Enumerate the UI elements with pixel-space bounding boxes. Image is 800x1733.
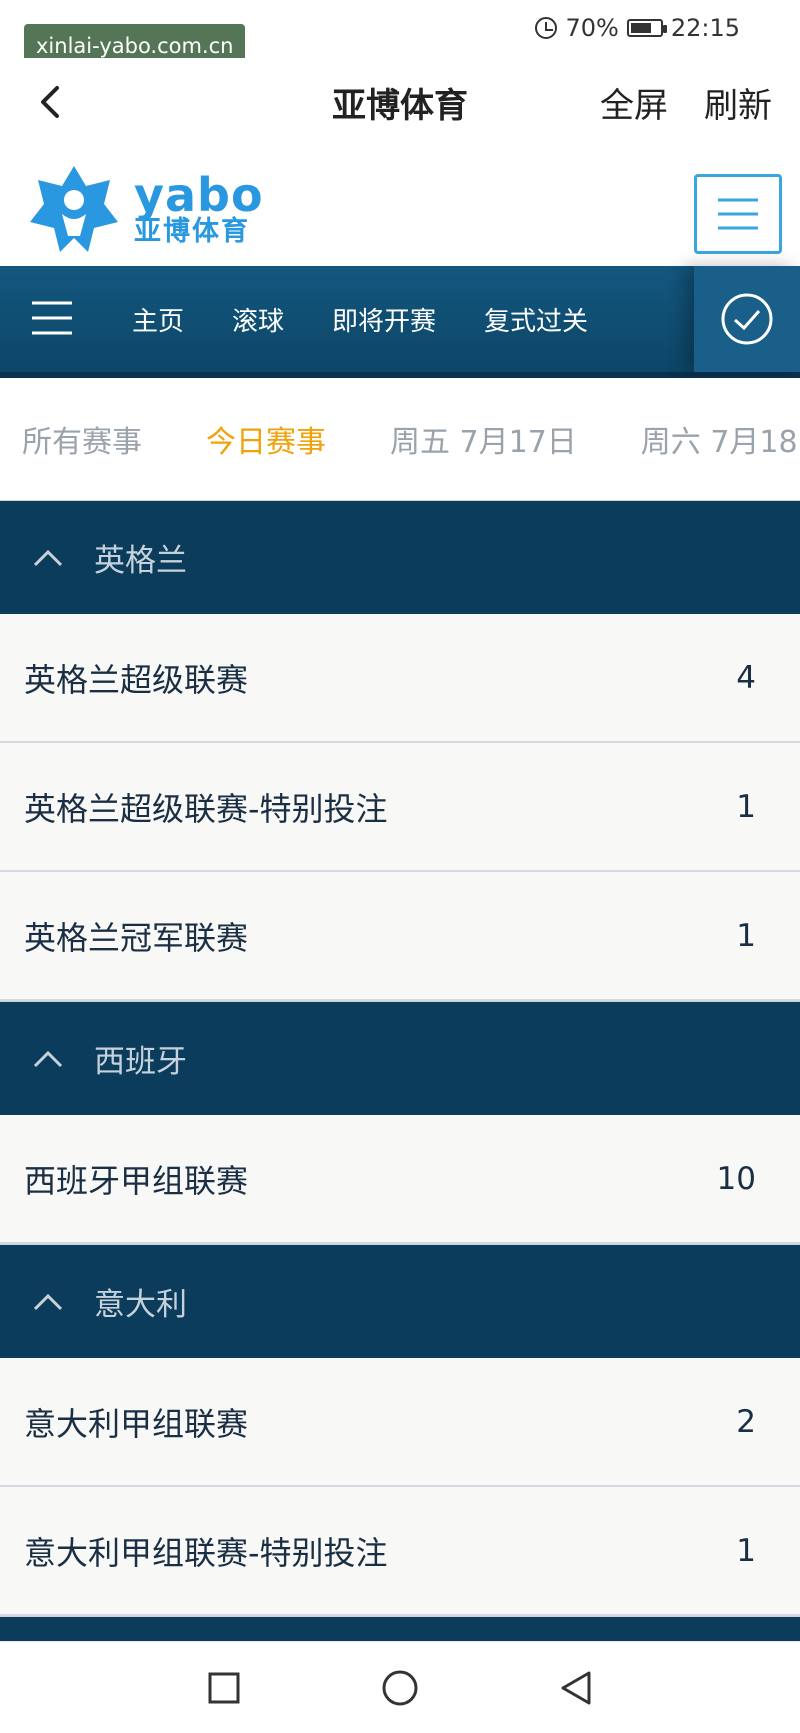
system-back-button[interactable] bbox=[548, 1660, 604, 1716]
yabo-star-logo-icon bbox=[30, 166, 118, 252]
league-name: 意大利甲组联赛 bbox=[24, 1404, 249, 1443]
menu-button[interactable] bbox=[694, 174, 782, 254]
tab-saturday[interactable]: 周六 7月18 bbox=[641, 417, 798, 461]
triangle-back-icon bbox=[561, 1671, 591, 1704]
league-name: 英格兰冠军联赛 bbox=[24, 918, 249, 957]
nav-item-home[interactable]: 主页 bbox=[132, 301, 184, 338]
league-row[interactable]: 西班牙甲组联赛 10 bbox=[0, 1115, 800, 1244]
match-count: 10 bbox=[716, 1160, 756, 1197]
header-actions: 全屏 刷新 bbox=[600, 78, 772, 127]
league-list: 英格兰 英格兰超级联赛 4 英格兰超级联赛-特别投注 1 英格兰冠军联赛 1 西… bbox=[0, 500, 800, 1646]
logo-wordmark: yabo bbox=[134, 168, 264, 222]
status-bar: xinlai-yabo.com.cn 70% 22:15 4G bbox=[0, 0, 800, 68]
chevron-up-icon bbox=[33, 549, 63, 566]
tab-friday[interactable]: 周五 7月17日 bbox=[390, 417, 577, 461]
league-name: 西班牙甲组联赛 bbox=[24, 1161, 249, 1200]
league-row[interactable]: 意大利甲组联赛-特别投注 1 bbox=[0, 1487, 800, 1616]
nav-item-upcoming[interactable]: 即将开赛 bbox=[332, 301, 436, 338]
battery-fill bbox=[630, 23, 651, 33]
region-header-spain[interactable]: 西班牙 bbox=[0, 1001, 800, 1115]
signal-label: 4G bbox=[64, 12, 80, 25]
main-nav: 主页 滚球 即将开赛 复式过关 bbox=[0, 266, 800, 378]
league-row[interactable]: 意大利甲组联赛 2 bbox=[0, 1358, 800, 1487]
alarm-icon bbox=[535, 17, 558, 39]
back-button[interactable] bbox=[30, 80, 70, 124]
region-title: 意大利 bbox=[94, 1287, 187, 1323]
refresh-button[interactable]: 刷新 bbox=[704, 78, 772, 127]
brand-bar: yabo 亚博体育 bbox=[0, 148, 800, 266]
league-name: 意大利甲组联赛-特别投注 bbox=[24, 1533, 388, 1572]
tab-today[interactable]: 今日赛事 bbox=[206, 417, 326, 461]
square-icon bbox=[208, 1672, 240, 1703]
match-count: 1 bbox=[736, 1532, 756, 1569]
region-header-england[interactable]: 英格兰 bbox=[0, 500, 800, 614]
fullscreen-button[interactable]: 全屏 bbox=[600, 78, 668, 127]
chevron-left-icon bbox=[41, 86, 59, 118]
clock: 22:15 bbox=[670, 14, 740, 42]
recents-button[interactable] bbox=[196, 1660, 252, 1716]
nav-menu-icon[interactable] bbox=[30, 300, 74, 336]
league-name: 英格兰超级联赛-特别投注 bbox=[24, 789, 388, 828]
match-count: 2 bbox=[736, 1403, 756, 1440]
hamburger-icon bbox=[718, 198, 758, 230]
date-tabs: 所有赛事 今日赛事 周五 7月17日 周六 7月18 bbox=[0, 378, 800, 500]
logo-cn-text: 亚博体育 bbox=[134, 216, 250, 247]
match-count: 1 bbox=[736, 917, 756, 954]
system-nav-bar bbox=[0, 1641, 800, 1733]
league-name: 英格兰超级联赛 bbox=[24, 660, 249, 699]
league-row[interactable]: 英格兰超级联赛 4 bbox=[0, 614, 800, 743]
chevron-up-icon bbox=[33, 1050, 63, 1067]
league-row[interactable]: 英格兰冠军联赛 1 bbox=[0, 872, 800, 1001]
check-circle-icon bbox=[721, 293, 773, 345]
league-row[interactable]: 英格兰超级联赛-特别投注 1 bbox=[0, 743, 800, 872]
status-icons: 70% 22:15 bbox=[535, 14, 740, 42]
app-header: 亚博体育 全屏 刷新 bbox=[0, 58, 800, 148]
chevron-up-icon bbox=[33, 1293, 63, 1310]
region-title: 英格兰 bbox=[94, 543, 187, 579]
region-header-italy[interactable]: 意大利 bbox=[0, 1244, 800, 1358]
nav-item-live[interactable]: 滚球 bbox=[232, 301, 284, 338]
bet-slip-button[interactable] bbox=[694, 266, 800, 372]
logo[interactable]: yabo 亚博体育 bbox=[28, 164, 264, 256]
circle-icon bbox=[382, 1670, 418, 1705]
match-count: 4 bbox=[736, 659, 756, 696]
region-title: 西班牙 bbox=[94, 1044, 187, 1080]
battery-icon bbox=[626, 19, 667, 37]
tab-all-events[interactable]: 所有赛事 bbox=[22, 417, 142, 461]
home-button[interactable] bbox=[372, 1660, 428, 1716]
nav-item-parlay[interactable]: 复式过关 bbox=[484, 301, 588, 338]
nav-items: 主页 滚球 即将开赛 复式过关 bbox=[132, 266, 588, 372]
battery-percent: 70% bbox=[565, 14, 619, 42]
match-count: 1 bbox=[736, 788, 756, 825]
